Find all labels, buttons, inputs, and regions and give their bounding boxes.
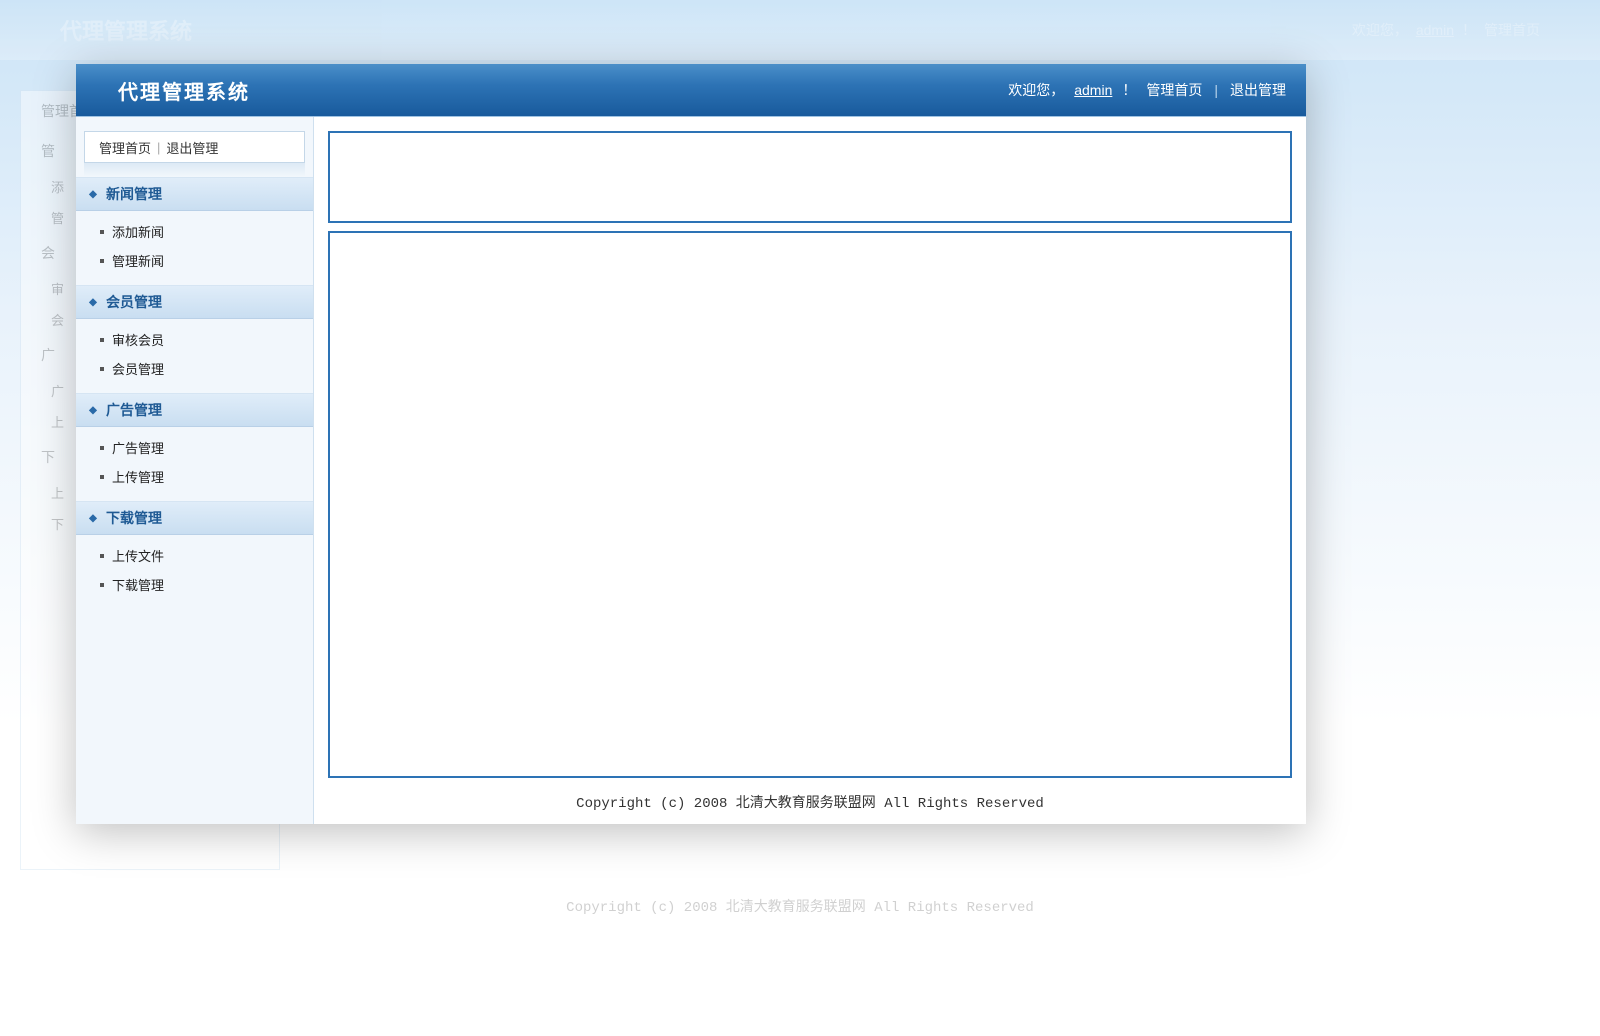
bullet-icon <box>100 446 104 450</box>
sidebar: 管理首页 | 退出管理 ◆ 新闻管理 添加新闻 管理新闻 ◆ 会员管理 <box>76 117 314 824</box>
bullet-icon <box>100 259 104 263</box>
content-panel <box>328 231 1292 778</box>
nav-item-label: 下载管理 <box>112 575 164 594</box>
top-panel <box>328 131 1292 223</box>
nav-item-label: 会员管理 <box>112 359 164 378</box>
header-right: 欢迎您， admin ！ 管理首页 | 退出管理 <box>1008 80 1290 100</box>
nav-item-label: 管理新闻 <box>112 251 164 270</box>
footer-copyright: Copyright (c) 2008 北清大教育服务联盟网 All Rights… <box>328 786 1292 816</box>
tab-logout[interactable]: 退出管理 <box>166 138 218 157</box>
nav-header-news[interactable]: ◆ 新闻管理 <box>76 177 313 211</box>
bullet-icon <box>100 230 104 234</box>
welcome-prefix: 欢迎您， <box>1008 80 1064 100</box>
nav-item-label: 上传文件 <box>112 546 164 565</box>
nav-item-manage-news[interactable]: 管理新闻 <box>76 246 313 275</box>
nav-item-label: 广告管理 <box>112 438 164 457</box>
username-link[interactable]: admin <box>1070 82 1116 98</box>
nav-item-manage-member[interactable]: 会员管理 <box>76 354 313 383</box>
bg-footer: Copyright (c) 2008 北清大教育服务联盟网 All Rights… <box>0 896 1600 916</box>
chevron-right-icon: ◆ <box>88 513 98 523</box>
nav-items: 上传文件 下载管理 <box>76 535 313 609</box>
window-body: 管理首页 | 退出管理 ◆ 新闻管理 添加新闻 管理新闻 ◆ 会员管理 <box>76 116 1306 824</box>
nav-item-add-news[interactable]: 添加新闻 <box>76 217 313 246</box>
main-window: 代理管理系统 欢迎您， admin ！ 管理首页 | 退出管理 管理首页 | 退… <box>76 64 1306 824</box>
logout-link[interactable]: 退出管理 <box>1226 80 1290 100</box>
bullet-icon <box>100 554 104 558</box>
nav-title: 新闻管理 <box>106 184 162 204</box>
nav-group-news: ◆ 新闻管理 添加新闻 管理新闻 <box>76 177 313 285</box>
nav-item-upload-manage[interactable]: 上传管理 <box>76 462 313 491</box>
nav-items: 审核会员 会员管理 <box>76 319 313 393</box>
nav-group-ads: ◆ 广告管理 广告管理 上传管理 <box>76 393 313 501</box>
nav-header-member[interactable]: ◆ 会员管理 <box>76 285 313 319</box>
nav-items: 广告管理 上传管理 <box>76 427 313 501</box>
nav-title: 会员管理 <box>106 292 162 312</box>
nav-header-download[interactable]: ◆ 下载管理 <box>76 501 313 535</box>
bullet-icon <box>100 367 104 371</box>
home-link[interactable]: 管理首页 <box>1142 80 1206 100</box>
bullet-icon <box>100 475 104 479</box>
nav-item-audit-member[interactable]: 审核会员 <box>76 325 313 354</box>
bg-welcome-prefix: 欢迎您， <box>1352 20 1408 40</box>
app-title: 代理管理系统 <box>118 76 250 105</box>
separator: | <box>1212 82 1220 98</box>
bg-home-link: 管理首页 <box>1484 20 1540 40</box>
window-header: 代理管理系统 欢迎您， admin ！ 管理首页 | 退出管理 <box>76 64 1306 116</box>
bg-title: 代理管理系统 <box>60 14 192 46</box>
chevron-right-icon: ◆ <box>88 405 98 415</box>
username-suffix: ！ <box>1122 80 1136 100</box>
nav-title: 下载管理 <box>106 508 162 528</box>
chevron-right-icon: ◆ <box>88 189 98 199</box>
nav-group-member: ◆ 会员管理 审核会员 会员管理 <box>76 285 313 393</box>
nav-title: 广告管理 <box>106 400 162 420</box>
bg-username-suffix: ！ <box>1462 20 1476 40</box>
bullet-icon <box>100 338 104 342</box>
main-content: Copyright (c) 2008 北清大教育服务联盟网 All Rights… <box>314 117 1306 824</box>
nav-header-ads[interactable]: ◆ 广告管理 <box>76 393 313 427</box>
nav-item-upload-file[interactable]: 上传文件 <box>76 541 313 570</box>
nav-item-manage-ads[interactable]: 广告管理 <box>76 433 313 462</box>
nav-item-download-manage[interactable]: 下载管理 <box>76 570 313 599</box>
tab-home[interactable]: 管理首页 <box>99 138 151 157</box>
chevron-right-icon: ◆ <box>88 297 98 307</box>
separator: | <box>151 140 166 155</box>
nav-items: 添加新闻 管理新闻 <box>76 211 313 285</box>
bg-username: admin <box>1416 22 1454 38</box>
bg-welcome: 欢迎您， admin ！ 管理首页 <box>1352 20 1540 40</box>
nav-item-label: 上传管理 <box>112 467 164 486</box>
nav-item-label: 添加新闻 <box>112 222 164 241</box>
sidebar-tabs: 管理首页 | 退出管理 <box>84 131 305 163</box>
bullet-icon <box>100 583 104 587</box>
nav-group-download: ◆ 下载管理 上传文件 下载管理 <box>76 501 313 609</box>
nav-item-label: 审核会员 <box>112 330 164 349</box>
